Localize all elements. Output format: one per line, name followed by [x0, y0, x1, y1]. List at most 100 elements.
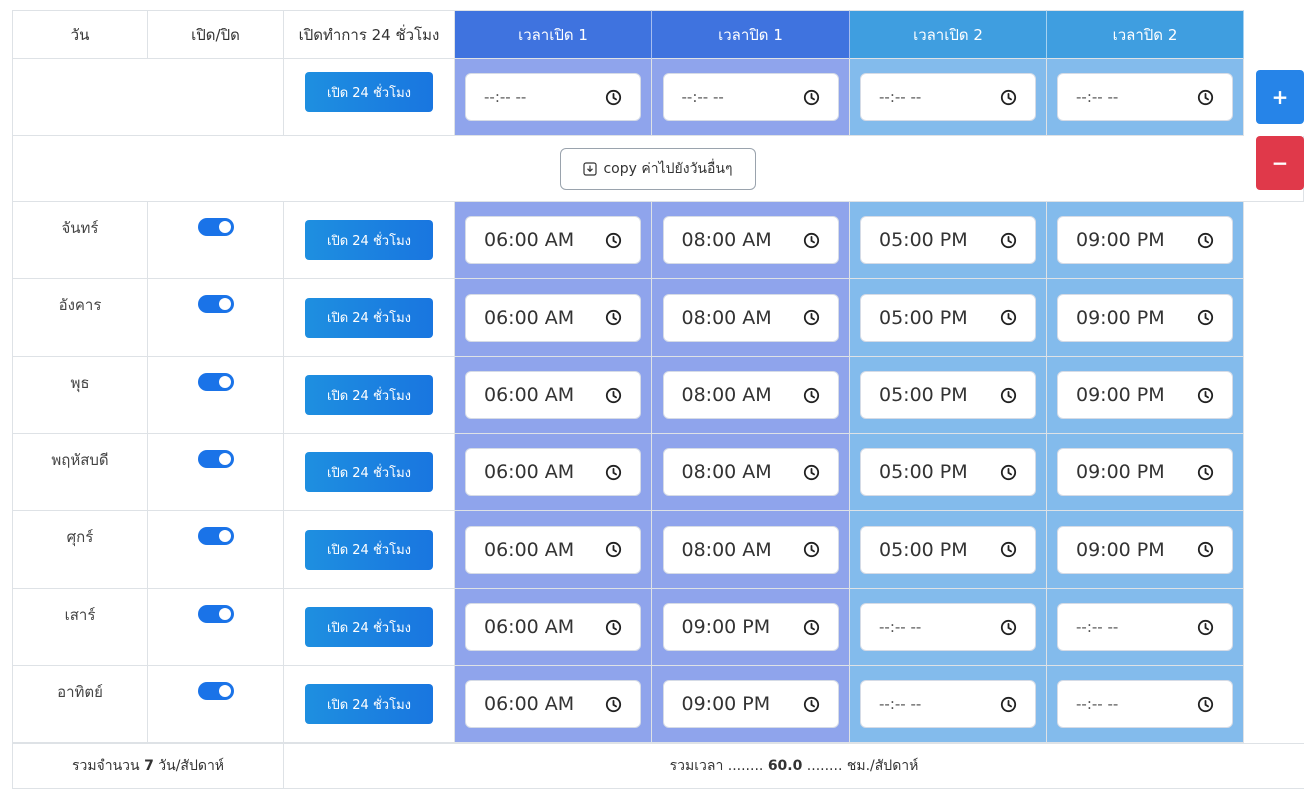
clock-icon	[605, 619, 622, 636]
day-name: จันทร์	[61, 219, 99, 237]
open1-time-input[interactable]: 06:00 AM	[465, 293, 641, 342]
open2-time-input[interactable]: --:-- --	[860, 603, 1036, 651]
time-value: --:-- --	[681, 88, 724, 106]
day-enabled-toggle[interactable]	[197, 527, 234, 545]
close2-time-input[interactable]: 09:00 PM	[1057, 448, 1233, 496]
day-open1-cell: 06:00 AM	[455, 434, 652, 511]
close1-time-input[interactable]: 08:00 AM	[662, 448, 839, 496]
clock-icon	[1000, 696, 1017, 713]
close1-time-input[interactable]: 08:00 AM	[662, 216, 839, 264]
time-value: 06:00 AM	[484, 229, 575, 251]
add-slot-button[interactable]: +	[1256, 70, 1304, 124]
header-onoff: เปิด/ปิด	[148, 10, 284, 59]
day-name-cell: อังคาร	[12, 279, 148, 357]
day-enabled-toggle[interactable]	[197, 605, 234, 623]
close2-time-input[interactable]: --:-- --	[1057, 680, 1233, 728]
close2-time-input[interactable]: 09:00 PM	[1057, 525, 1233, 574]
time-value: 09:00 PM	[1076, 229, 1165, 251]
close2-time-input[interactable]: 09:00 PM	[1057, 371, 1233, 419]
time-value: 05:00 PM	[879, 538, 968, 561]
clock-icon	[1197, 541, 1214, 558]
day-close2-cell: --:-- --	[1047, 666, 1244, 743]
open1-time-input[interactable]: --:-- --	[465, 73, 641, 121]
day-enabled-toggle[interactable]	[197, 295, 234, 313]
template-close1-cell: --:-- --	[652, 59, 850, 136]
day-toggle-cell	[148, 434, 284, 511]
day-toggle-cell	[148, 511, 284, 589]
day-open1-cell: 06:00 AM	[455, 511, 652, 589]
open-24-hours-button[interactable]: เปิด 24 ชั่วโมง	[305, 375, 433, 415]
day-name-cell: พุธ	[12, 357, 148, 434]
day-open1-cell: 06:00 AM	[455, 357, 652, 434]
open1-time-input[interactable]: 06:00 AM	[465, 680, 641, 728]
time-value: 08:00 AM	[681, 384, 772, 406]
clock-icon	[1197, 619, 1214, 636]
day-enabled-toggle[interactable]	[197, 450, 234, 468]
close1-time-input[interactable]: 09:00 PM	[662, 603, 839, 651]
toggle-knob	[218, 608, 231, 620]
open-24-hours-button[interactable]: เปิด 24 ชั่วโมง	[305, 297, 433, 338]
open2-time-input[interactable]: 05:00 PM	[860, 216, 1036, 264]
open2-time-input[interactable]: 05:00 PM	[860, 293, 1036, 342]
time-value: 05:00 PM	[879, 229, 968, 251]
day-24h-cell: เปิด 24 ชั่วโมง	[284, 666, 455, 743]
close1-time-input[interactable]: 08:00 AM	[662, 293, 839, 342]
clock-icon	[1197, 89, 1214, 106]
download-icon	[583, 161, 598, 176]
open-24-hours-button[interactable]: เปิด 24 ชั่วโมง	[305, 72, 433, 112]
day-close2-cell: --:-- --	[1047, 589, 1244, 666]
day-enabled-toggle[interactable]	[197, 682, 234, 700]
time-value: --:-- --	[879, 695, 922, 713]
copy-to-other-days-button[interactable]: copy ค่าไปยังวันอื่นๆ	[560, 147, 756, 190]
day-enabled-toggle[interactable]	[197, 218, 234, 236]
clock-icon	[605, 309, 622, 326]
day-toggle-cell	[148, 202, 284, 279]
open1-time-input[interactable]: 06:00 AM	[465, 371, 641, 419]
day-close1-cell: 09:00 PM	[652, 589, 850, 666]
template-24h-cell: เปิด 24 ชั่วโมง	[284, 59, 455, 136]
close1-time-input[interactable]: 08:00 AM	[662, 525, 839, 574]
close1-time-input[interactable]: 09:00 PM	[662, 680, 839, 728]
time-value: 09:00 PM	[681, 616, 771, 638]
day-24h-cell: เปิด 24 ชั่วโมง	[284, 202, 455, 279]
close2-time-input[interactable]: --:-- --	[1057, 603, 1233, 651]
clock-icon	[605, 696, 622, 713]
clock-icon	[1197, 696, 1214, 713]
open-24-hours-button[interactable]: เปิด 24 ชั่วโมง	[305, 452, 433, 492]
open2-time-input[interactable]: 05:00 PM	[860, 525, 1036, 574]
close2-time-input[interactable]: 09:00 PM	[1057, 293, 1233, 342]
open2-time-input[interactable]: 05:00 PM	[860, 448, 1036, 496]
open2-time-input[interactable]: --:-- --	[860, 680, 1036, 728]
day-24h-cell: เปิด 24 ชั่วโมง	[284, 279, 455, 357]
header-label: เวลาเปิด 2	[913, 25, 983, 44]
open1-time-input[interactable]: 06:00 AM	[465, 525, 641, 574]
day-close1-cell: 08:00 AM	[652, 511, 850, 589]
open-24-hours-button[interactable]: เปิด 24 ชั่วโมง	[305, 529, 433, 570]
close1-time-input[interactable]: --:-- --	[662, 73, 839, 121]
close1-time-input[interactable]: 08:00 AM	[662, 371, 839, 419]
remove-slot-button[interactable]: −	[1256, 136, 1304, 190]
clock-icon	[803, 309, 820, 326]
time-value: --:-- --	[484, 88, 527, 106]
clock-icon	[803, 619, 820, 636]
header-label: เวลาปิด 2	[1112, 25, 1178, 44]
close2-time-input[interactable]: 09:00 PM	[1057, 216, 1233, 264]
close2-time-input[interactable]: --:-- --	[1057, 73, 1233, 121]
open2-time-input[interactable]: 05:00 PM	[860, 371, 1036, 419]
open-24-hours-button[interactable]: เปิด 24 ชั่วโมง	[305, 607, 433, 647]
open1-time-input[interactable]: 06:00 AM	[465, 448, 641, 496]
open1-time-input[interactable]: 06:00 AM	[465, 216, 641, 264]
time-value: 06:00 AM	[484, 306, 575, 329]
open-24-hours-button[interactable]: เปิด 24 ชั่วโมง	[305, 220, 433, 260]
day-name-cell: อาทิตย์	[12, 666, 148, 743]
day-enabled-toggle[interactable]	[197, 373, 234, 391]
open1-time-input[interactable]: 06:00 AM	[465, 603, 641, 651]
clock-icon	[1000, 464, 1017, 481]
day-24h-cell: เปิด 24 ชั่วโมง	[284, 511, 455, 589]
time-value: 05:00 PM	[879, 384, 968, 406]
open2-time-input[interactable]: --:-- --	[860, 73, 1036, 121]
open-24-hours-button[interactable]: เปิด 24 ชั่วโมง	[305, 684, 433, 724]
day-name: พุธ	[70, 374, 90, 392]
clock-icon	[605, 89, 622, 106]
day-close2-cell: 09:00 PM	[1047, 511, 1244, 589]
